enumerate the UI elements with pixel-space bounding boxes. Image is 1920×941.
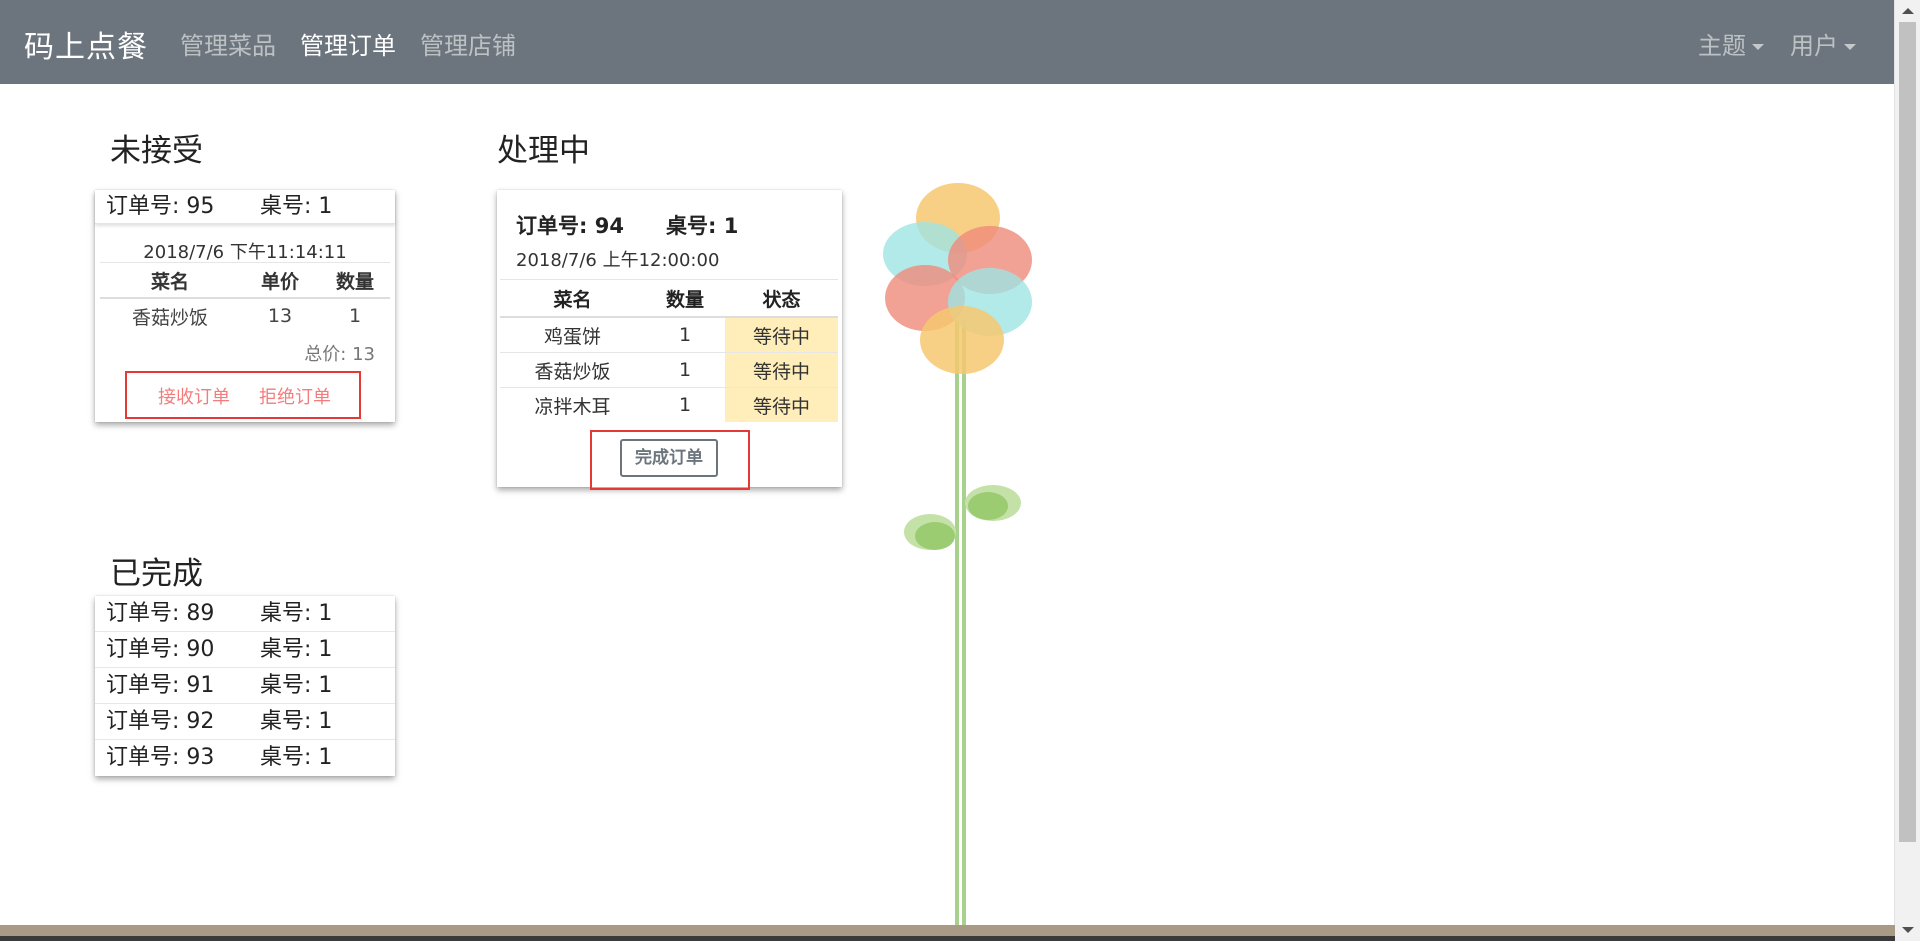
col-qty: 数量 <box>320 263 390 299</box>
scroll-up-icon[interactable] <box>1902 8 1914 14</box>
table-number: 桌号: 1 <box>260 745 333 770</box>
nav-manage-dishes[interactable]: 管理菜品 <box>180 26 276 61</box>
table-number: 桌号: 1 <box>666 214 739 238</box>
processing-order-card: 订单号: 94 桌号: 1 2018/7/6 上午12:00:00 菜名 数量 … <box>497 190 842 490</box>
flower-illustration <box>883 183 1032 940</box>
reject-order-button[interactable]: 拒绝订单 <box>259 383 331 409</box>
user-dropdown[interactable]: 用户 <box>1790 26 1856 61</box>
leaf <box>968 492 1008 520</box>
status-badge: 等待中 <box>725 352 838 388</box>
table-number: 桌号: 1 <box>260 673 333 698</box>
nav-manage-store[interactable]: 管理店铺 <box>420 26 516 61</box>
user-label: 用户 <box>1790 32 1838 60</box>
cell-dish: 凉拌木耳 <box>500 387 645 422</box>
order-number: 订单号: 93 <box>106 745 215 770</box>
col-qty: 数量 <box>645 279 725 318</box>
order-time: 2018/7/6 下午11:14:11 <box>143 242 347 263</box>
cell-qty: 1 <box>348 305 362 327</box>
complete-order-button[interactable]: 完成订单 <box>620 439 718 477</box>
completed-section-title: 已完成 <box>110 556 203 592</box>
table-row: 凉拌木耳 1 等待中 <box>500 387 838 422</box>
processing-section-title: 处理中 <box>497 133 590 169</box>
theme-label: 主题 <box>1698 32 1746 60</box>
top-navbar: 码上点餐 管理菜品 管理订单 管理店铺 主题 用户 <box>0 0 1895 84</box>
completed-orders-list: 订单号: 89 桌号: 1 订单号: 90 桌号: 1 订单号: 91 桌号: … <box>95 596 395 776</box>
order-total: 总价: 13 <box>304 344 375 365</box>
processing-order-header: 订单号: 94 桌号: 1 <box>516 210 738 240</box>
order-time: 2018/7/6 上午12:00:00 <box>516 250 720 271</box>
scroll-thumb[interactable] <box>1899 22 1916 842</box>
list-item[interactable]: 订单号: 93 桌号: 1 <box>95 740 395 776</box>
table-number: 桌号: 1 <box>260 601 333 626</box>
col-status: 状态 <box>725 279 838 318</box>
cell-dish: 香菇炒饭 <box>131 306 208 329</box>
flower-stem <box>962 320 966 940</box>
status-badge: 等待中 <box>725 387 838 422</box>
table-number: 桌号: 1 <box>260 637 333 662</box>
cell-dish: 鸡蛋饼 <box>500 316 645 353</box>
status-badge: 等待中 <box>725 316 838 353</box>
pending-order-header: 订单号: 95 桌号: 1 <box>95 190 395 224</box>
pending-section-title: 未接受 <box>110 133 203 169</box>
footer-bar <box>0 936 1895 941</box>
list-item[interactable]: 订单号: 92 桌号: 1 <box>95 704 395 740</box>
col-dish: 菜名 <box>500 279 645 318</box>
table-row: 香菇炒饭 1 等待中 <box>500 352 838 388</box>
pending-order-card: 订单号: 95 桌号: 1 2018/7/6 下午11:14:11 菜名 单价 … <box>95 190 395 422</box>
order-number: 订单号: 95 <box>106 194 215 219</box>
accept-order-button[interactable]: 接收订单 <box>158 383 230 409</box>
list-item[interactable]: 订单号: 89 桌号: 1 <box>95 596 395 632</box>
order-number: 订单号: 89 <box>106 601 215 626</box>
col-price: 单价 <box>240 263 320 299</box>
cell-dish: 香菇炒饭 <box>500 352 645 388</box>
order-number: 订单号: 94 <box>516 214 624 238</box>
table-row: 香菇炒饭 13 1 <box>100 298 390 333</box>
petal <box>920 306 1004 374</box>
cell-qty: 1 <box>645 352 725 388</box>
theme-dropdown[interactable]: 主题 <box>1698 26 1764 61</box>
col-dish: 菜名 <box>100 263 240 299</box>
list-item[interactable]: 订单号: 91 桌号: 1 <box>95 668 395 704</box>
cell-price: 13 <box>267 305 293 327</box>
leaf <box>915 522 955 550</box>
list-item[interactable]: 订单号: 90 桌号: 1 <box>95 632 395 668</box>
nav-manage-orders[interactable]: 管理订单 <box>300 26 396 61</box>
order-number: 订单号: 91 <box>106 673 215 698</box>
brand-title[interactable]: 码上点餐 <box>24 22 148 66</box>
chevron-down-icon <box>1844 44 1856 50</box>
table-number: 桌号: 1 <box>260 194 333 219</box>
table-row: 鸡蛋饼 1 等待中 <box>500 316 838 353</box>
order-number: 订单号: 92 <box>106 709 215 734</box>
chevron-down-icon <box>1752 44 1764 50</box>
processing-items-table: 菜名 数量 状态 鸡蛋饼 1 等待中 香菇炒饭 1 等待中 凉拌木耳 1 等待中 <box>500 279 838 422</box>
order-number: 订单号: 90 <box>106 637 215 662</box>
table-number: 桌号: 1 <box>260 709 333 734</box>
pending-items-table: 菜名 单价 数量 香菇炒饭 13 1 <box>100 263 390 333</box>
flower-stem <box>955 320 959 940</box>
vertical-scrollbar[interactable] <box>1894 0 1920 941</box>
cell-qty: 1 <box>645 316 725 353</box>
cell-qty: 1 <box>645 387 725 422</box>
scroll-down-icon[interactable] <box>1902 927 1914 933</box>
